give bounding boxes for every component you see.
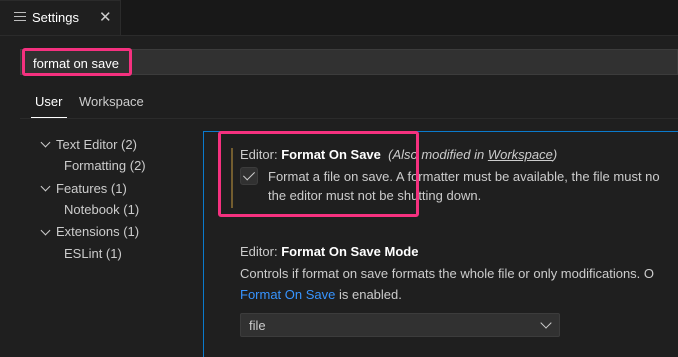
tab-workspace[interactable]: Workspace xyxy=(79,94,144,109)
search-input[interactable] xyxy=(33,54,653,72)
toc-item-extensions[interactable]: Extensions (1) xyxy=(56,224,139,239)
setting-description-line2: Format On Save is enabled. xyxy=(240,287,402,302)
modified-indicator xyxy=(231,148,233,208)
scope-divider xyxy=(20,118,678,119)
setting-title-format-on-save-mode: Editor: Format On Save Mode xyxy=(240,244,418,259)
setting-category: Editor: xyxy=(240,244,282,259)
toc-item-formatting[interactable]: Formatting (2) xyxy=(64,158,146,173)
toc-item-features[interactable]: Features (1) xyxy=(56,181,127,196)
setting-description: Format a file on save. A formatter must … xyxy=(268,169,660,184)
close-icon[interactable]: ✕ xyxy=(99,8,112,26)
format-on-save-link[interactable]: Format On Save xyxy=(240,287,335,302)
setting-name: Format On Save Mode xyxy=(281,244,419,259)
also-modified-suffix: ) xyxy=(552,147,558,162)
setting-description-suffix: is enabled. xyxy=(335,287,402,302)
check-icon xyxy=(242,168,256,181)
chevron-down-icon[interactable] xyxy=(40,225,51,236)
chevron-down-icon xyxy=(540,317,552,329)
setting-name: Format On Save xyxy=(281,147,381,162)
chevron-down-icon[interactable] xyxy=(40,137,51,148)
workspace-link[interactable]: Workspace xyxy=(488,147,553,162)
setting-description: Controls if format on save formats the w… xyxy=(240,266,655,281)
setting-category: Editor: xyxy=(240,147,282,162)
also-modified-prefix: (Also modified in xyxy=(388,147,488,162)
setting-description-line2: the editor must not be shutting down. xyxy=(268,188,482,203)
tab-user[interactable]: User xyxy=(35,94,62,109)
setting-title-format-on-save: Editor: Format On Save (Also modified in… xyxy=(240,147,557,162)
chevron-down-icon[interactable] xyxy=(40,181,51,192)
select-value: file xyxy=(249,318,266,333)
toc-item-notebook[interactable]: Notebook (1) xyxy=(64,202,139,217)
settings-list-icon xyxy=(14,12,26,24)
settings-search-box[interactable] xyxy=(20,49,678,75)
format-on-save-mode-select[interactable]: file xyxy=(240,313,560,337)
format-on-save-checkbox[interactable] xyxy=(240,167,258,185)
editor-tab-bar: Settings ✕ xyxy=(0,0,678,36)
tab-settings[interactable]: Settings ✕ xyxy=(0,0,121,35)
tab-settings-label: Settings xyxy=(32,10,79,25)
toc-item-text-editor[interactable]: Text Editor (2) xyxy=(56,137,137,152)
toc-item-eslint[interactable]: ESLint (1) xyxy=(64,246,122,261)
